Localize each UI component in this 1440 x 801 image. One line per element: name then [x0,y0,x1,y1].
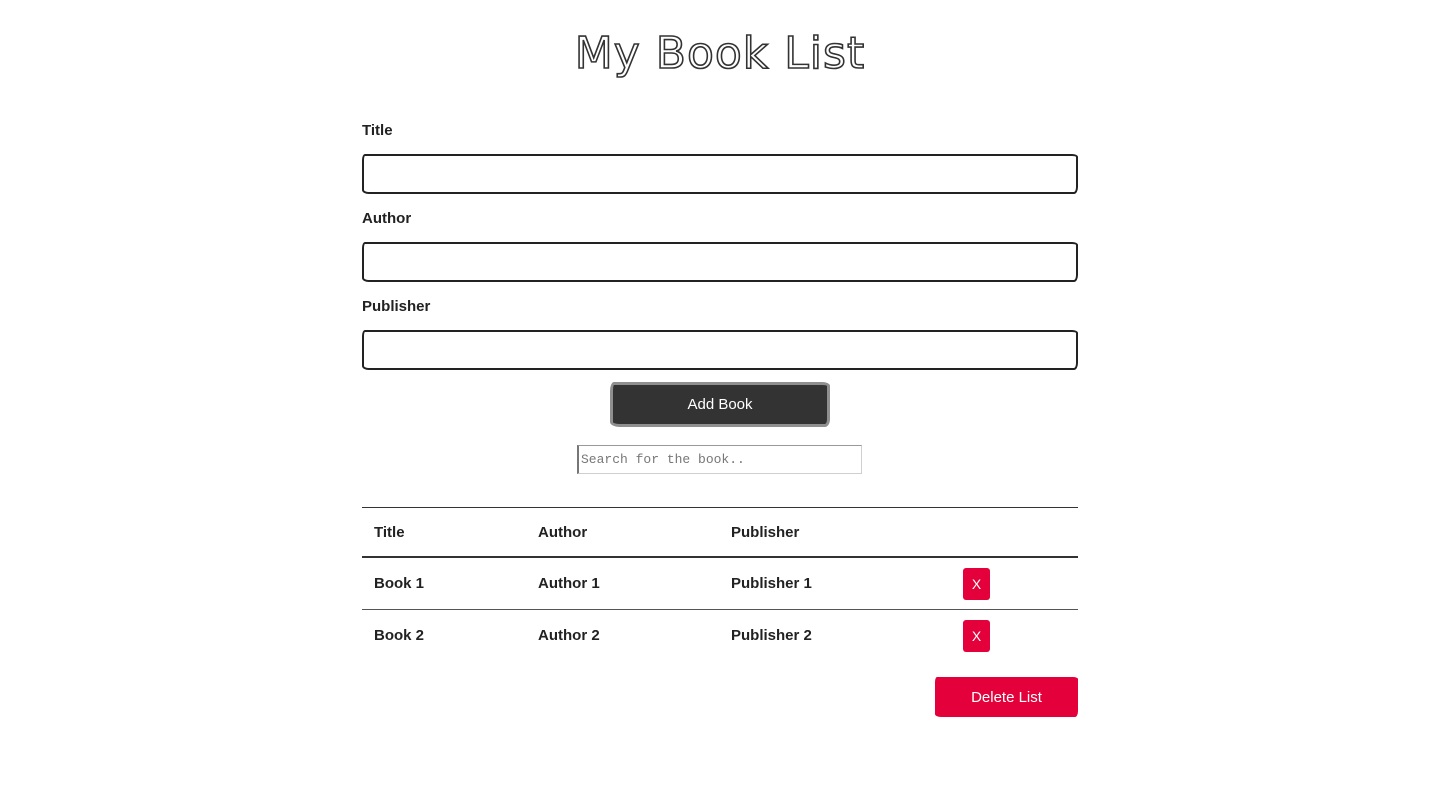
book-table: Title Author Publisher Book 1 Author 1 P… [362,507,1078,661]
book-publisher-cell: Publisher 2 [731,627,812,644]
book-author-cell: Author 1 [526,557,719,610]
book-publisher-cell: Publisher 1 [719,557,947,610]
remove-book-button[interactable]: X [963,567,990,600]
book-actions-cell: X [947,610,1078,662]
column-header-author: Author [526,507,719,558]
column-header-actions [947,507,1078,558]
column-header-title: Title [362,507,526,558]
title-label: Title [362,122,393,139]
book-title-cell: Book 1 [362,557,526,610]
search-input[interactable] [577,445,862,474]
column-header-publisher: Publisher [719,507,947,558]
add-book-button[interactable]: Add Book [610,382,830,427]
table-row: Book 1 Author 1 Publisher 1 X [362,557,1078,610]
author-label: Author [362,210,412,227]
book-actions-cell: X [947,557,1078,610]
delete-list-button[interactable]: Delete List [935,677,1078,717]
remove-book-button[interactable]: X [963,619,990,652]
table-row: Book 2 Author 2 Publisher 2 X [362,610,1078,662]
page: My Book List Title Author Publisher Add … [0,0,1440,801]
page-title: My Book List [574,27,866,80]
book-title-cell: Book 2 [374,627,425,644]
author-input[interactable] [362,242,1078,282]
title-input[interactable] [362,154,1078,194]
table-header-row: Title Author Publisher [362,507,1078,558]
publisher-label: Publisher [362,298,431,315]
add-book-form: Title Author Publisher [362,120,1078,384]
publisher-input[interactable] [362,330,1078,370]
book-author-cell: Author 2 [538,627,600,644]
